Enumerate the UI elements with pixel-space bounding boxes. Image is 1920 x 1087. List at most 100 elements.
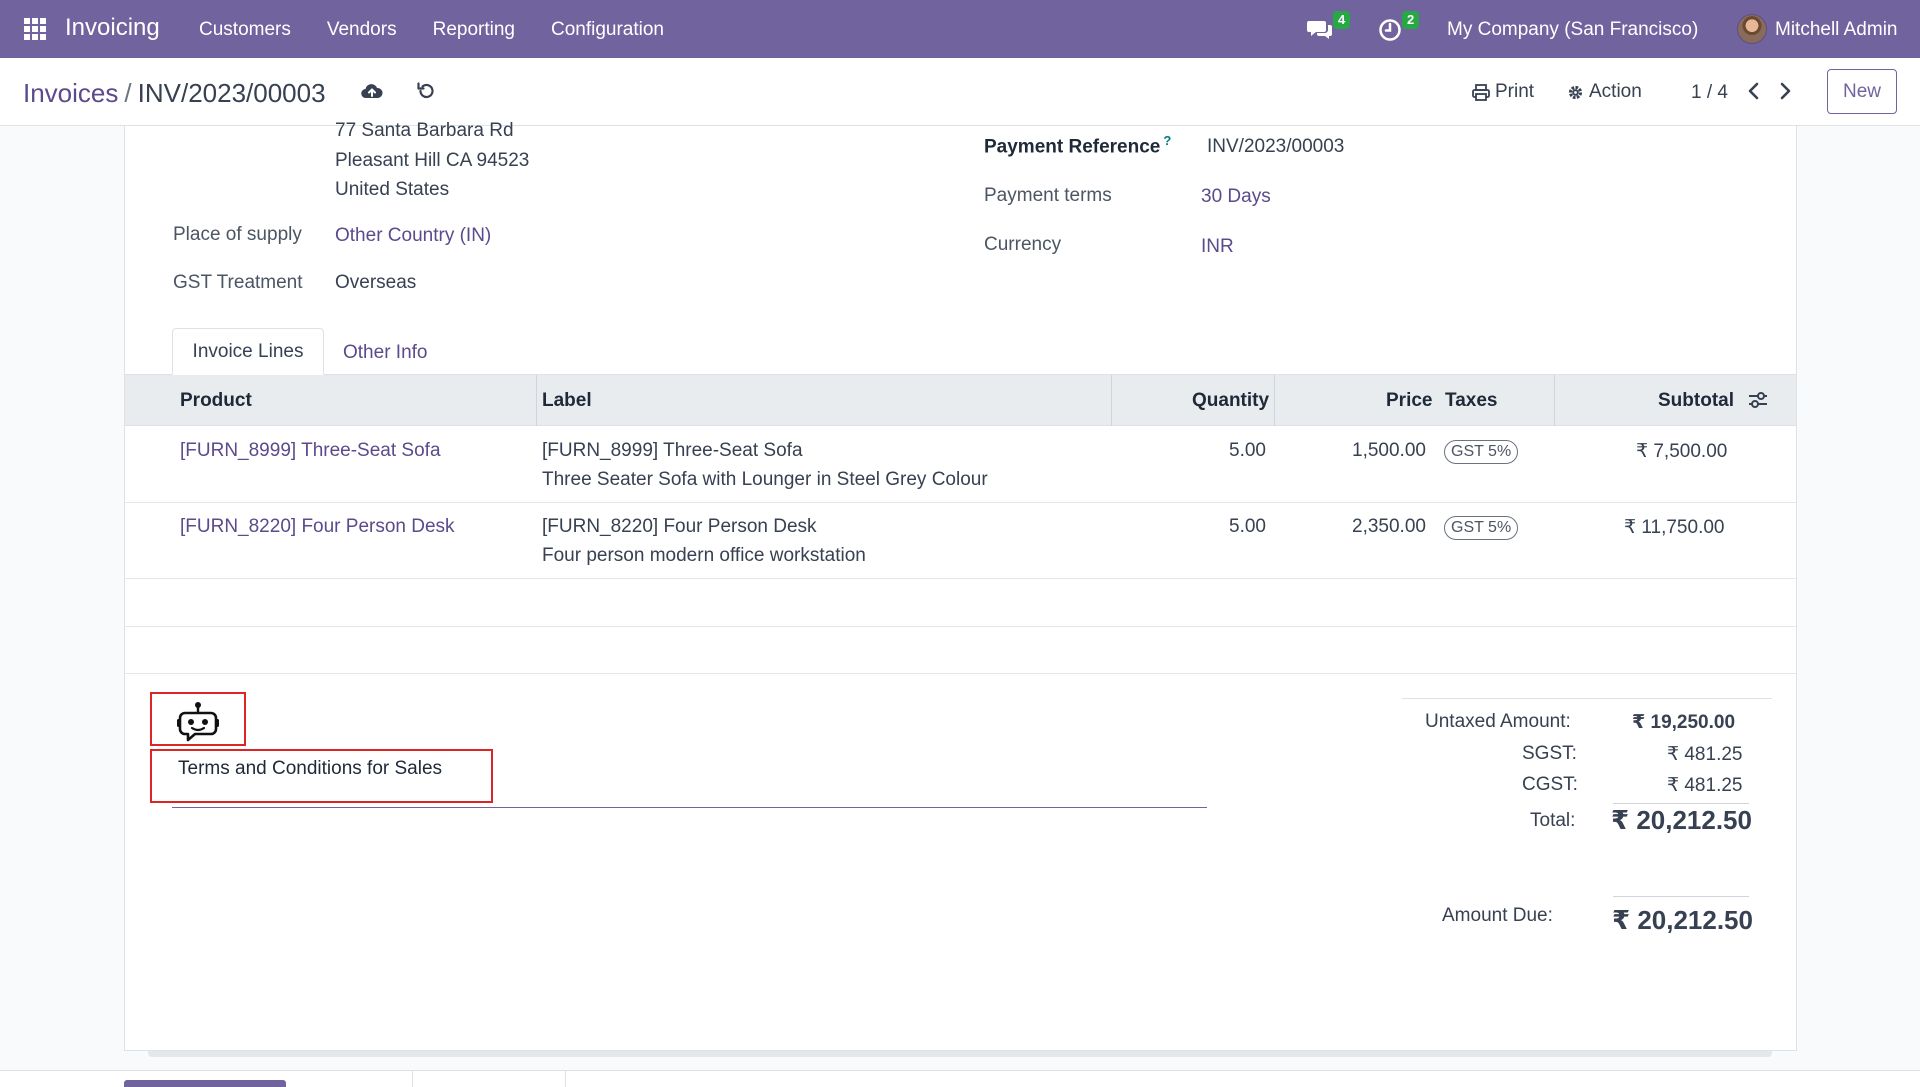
print-button[interactable]: Print	[1472, 81, 1534, 103]
breadcrumb-current: INV/2023/00003	[137, 78, 326, 108]
chatter-divider	[412, 1071, 413, 1087]
chevron-right-icon[interactable]	[1776, 81, 1794, 101]
print-icon	[1472, 83, 1490, 101]
chevron-left-icon[interactable]	[1745, 81, 1763, 101]
tab-other-info[interactable]: Other Info	[343, 342, 428, 364]
action-label: Action	[1589, 81, 1642, 102]
row-subtotal: ₹ 7,500.00	[1636, 441, 1728, 462]
untaxed-amount-value: ₹ 19,250.00	[1632, 712, 1736, 733]
send-message-button[interactable]	[124, 1080, 286, 1087]
sgst-label: SGST:	[1522, 743, 1577, 764]
payment-reference-label-text: Payment Reference	[984, 136, 1161, 158]
col-quantity[interactable]: Quantity	[1192, 390, 1269, 412]
place-of-supply-label: Place of supply	[173, 224, 302, 245]
total-label: Total:	[1530, 810, 1576, 831]
breadcrumb-separator: /	[124, 78, 132, 108]
app-name[interactable]: Invoicing	[65, 14, 160, 42]
total-value: ₹ 20,212.50	[1611, 805, 1752, 835]
sheet-bottom-edge	[148, 1051, 1772, 1057]
table-row[interactable]: [FURN_8220] Four Person Desk [FURN_8220]…	[125, 503, 1796, 579]
help-question-icon[interactable]: ?	[1163, 133, 1171, 148]
row-label-line2[interactable]: Three Seater Sofa with Lounger in Steel …	[542, 469, 988, 491]
row-label-line1[interactable]: [FURN_8220] Four Person Desk	[542, 516, 817, 538]
col-price[interactable]: Price	[1386, 390, 1432, 412]
gear-icon	[1568, 85, 1583, 99]
currency-label: Currency	[984, 234, 1062, 255]
row-label-line2[interactable]: Four person modern office workstation	[542, 545, 866, 567]
new-button[interactable]: New	[1827, 69, 1897, 114]
menu-vendors[interactable]: Vendors	[327, 19, 397, 41]
col-label[interactable]: Label	[542, 390, 592, 412]
apps-menu-icon[interactable]	[24, 18, 46, 40]
payment-reference-label: Payment Reference?	[984, 133, 1171, 158]
customer-address-line1: 77 Santa Barbara Rd	[335, 120, 514, 141]
messages-badge: 4	[1333, 11, 1351, 29]
breadcrumb-invoices[interactable]: Invoices	[23, 78, 118, 108]
sliders-icon[interactable]	[1748, 391, 1768, 409]
table-row[interactable]: [FURN_8999] Three-Seat Sofa [FURN_8999] …	[125, 426, 1796, 503]
tax-tag[interactable]: GST 5%	[1444, 516, 1519, 540]
main-menu: Customers Vendors Reporting Configuratio…	[199, 19, 664, 41]
activities-clock-icon[interactable]	[1378, 18, 1402, 42]
col-divider	[1554, 375, 1555, 426]
menu-configuration[interactable]: Configuration	[551, 19, 664, 41]
col-divider	[1111, 375, 1112, 426]
totals-divider	[1402, 698, 1772, 699]
company-switcher[interactable]: My Company (San Francisco)	[1447, 19, 1698, 41]
customer-address-line2: Pleasant Hill CA 94523	[335, 150, 530, 171]
row-quantity[interactable]: 5.00	[1229, 516, 1266, 538]
action-button[interactable]: Action	[1567, 81, 1642, 103]
amount-due-value: ₹ 20,212.50	[1612, 905, 1753, 935]
chatter-divider	[565, 1071, 566, 1087]
col-divider	[536, 375, 537, 426]
chatter-bar	[0, 1070, 1920, 1087]
col-subtotal[interactable]: Subtotal	[1658, 390, 1734, 412]
row-subtotal: ₹ 11,750.00	[1624, 517, 1725, 538]
payment-terms-label: Payment terms	[984, 185, 1112, 206]
untaxed-amount-label: Untaxed Amount:	[1425, 711, 1571, 732]
tax-tag[interactable]: GST 5%	[1444, 440, 1519, 464]
row-label-line1[interactable]: [FURN_8999] Three-Seat Sofa	[542, 440, 803, 462]
tab-invoice-lines[interactable]: Invoice Lines	[172, 328, 324, 375]
print-label: Print	[1495, 81, 1535, 102]
breadcrumb: Invoices / INV/2023/00003	[23, 78, 326, 109]
col-taxes[interactable]: Taxes	[1445, 390, 1497, 412]
invoice-lines-header: Product Label Quantity Price Taxes Subto…	[125, 375, 1796, 426]
place-of-supply-field[interactable]: Other Country (IN)	[335, 225, 491, 247]
customer-address-line3: United States	[335, 179, 450, 200]
currency-field[interactable]: INR	[1201, 236, 1234, 258]
user-avatar[interactable]	[1737, 14, 1767, 44]
amount-due-label: Amount Due:	[1442, 905, 1553, 926]
robot-ai-icon[interactable]	[176, 701, 220, 743]
payment-terms-field[interactable]: 30 Days	[1201, 186, 1271, 208]
gst-treatment-field[interactable]: Overseas	[335, 272, 416, 294]
pager-value[interactable]: 1 / 4	[1691, 82, 1728, 104]
activities-badge: 2	[1402, 11, 1420, 29]
col-divider	[1274, 375, 1275, 426]
empty-row[interactable]	[125, 627, 1796, 674]
row-product[interactable]: [FURN_8999] Three-Seat Sofa	[180, 440, 441, 462]
terms-input-underline	[172, 807, 1207, 808]
top-navbar: Invoicing Customers Vendors Reporting Co…	[0, 0, 1920, 58]
messages-icon[interactable]	[1307, 18, 1333, 40]
terms-conditions-input[interactable]: Terms and Conditions for Sales	[178, 758, 442, 780]
discard-undo-icon[interactable]	[416, 81, 436, 101]
user-menu[interactable]: Mitchell Admin	[1775, 19, 1898, 41]
cgst-label: CGST:	[1522, 774, 1578, 795]
col-product[interactable]: Product	[180, 390, 252, 412]
cgst-value: ₹ 481.25	[1667, 775, 1743, 796]
sgst-value: ₹ 481.25	[1667, 744, 1743, 765]
row-price[interactable]: 1,500.00	[1352, 440, 1426, 462]
row-price[interactable]: 2,350.00	[1352, 516, 1426, 538]
total-divider	[1613, 803, 1749, 804]
control-panel: Invoices / INV/2023/00003 Print Action 1 /…	[0, 58, 1920, 126]
empty-row[interactable]	[125, 579, 1796, 627]
payment-reference-field[interactable]: INV/2023/00003	[1207, 136, 1344, 158]
row-quantity[interactable]: 5.00	[1229, 440, 1266, 462]
row-product[interactable]: [FURN_8220] Four Person Desk	[180, 516, 455, 538]
save-cloud-icon[interactable]	[361, 82, 383, 100]
gst-treatment-label: GST Treatment	[173, 272, 303, 293]
menu-customers[interactable]: Customers	[199, 19, 291, 41]
menu-reporting[interactable]: Reporting	[433, 19, 515, 41]
amount-due-divider	[1613, 896, 1749, 897]
